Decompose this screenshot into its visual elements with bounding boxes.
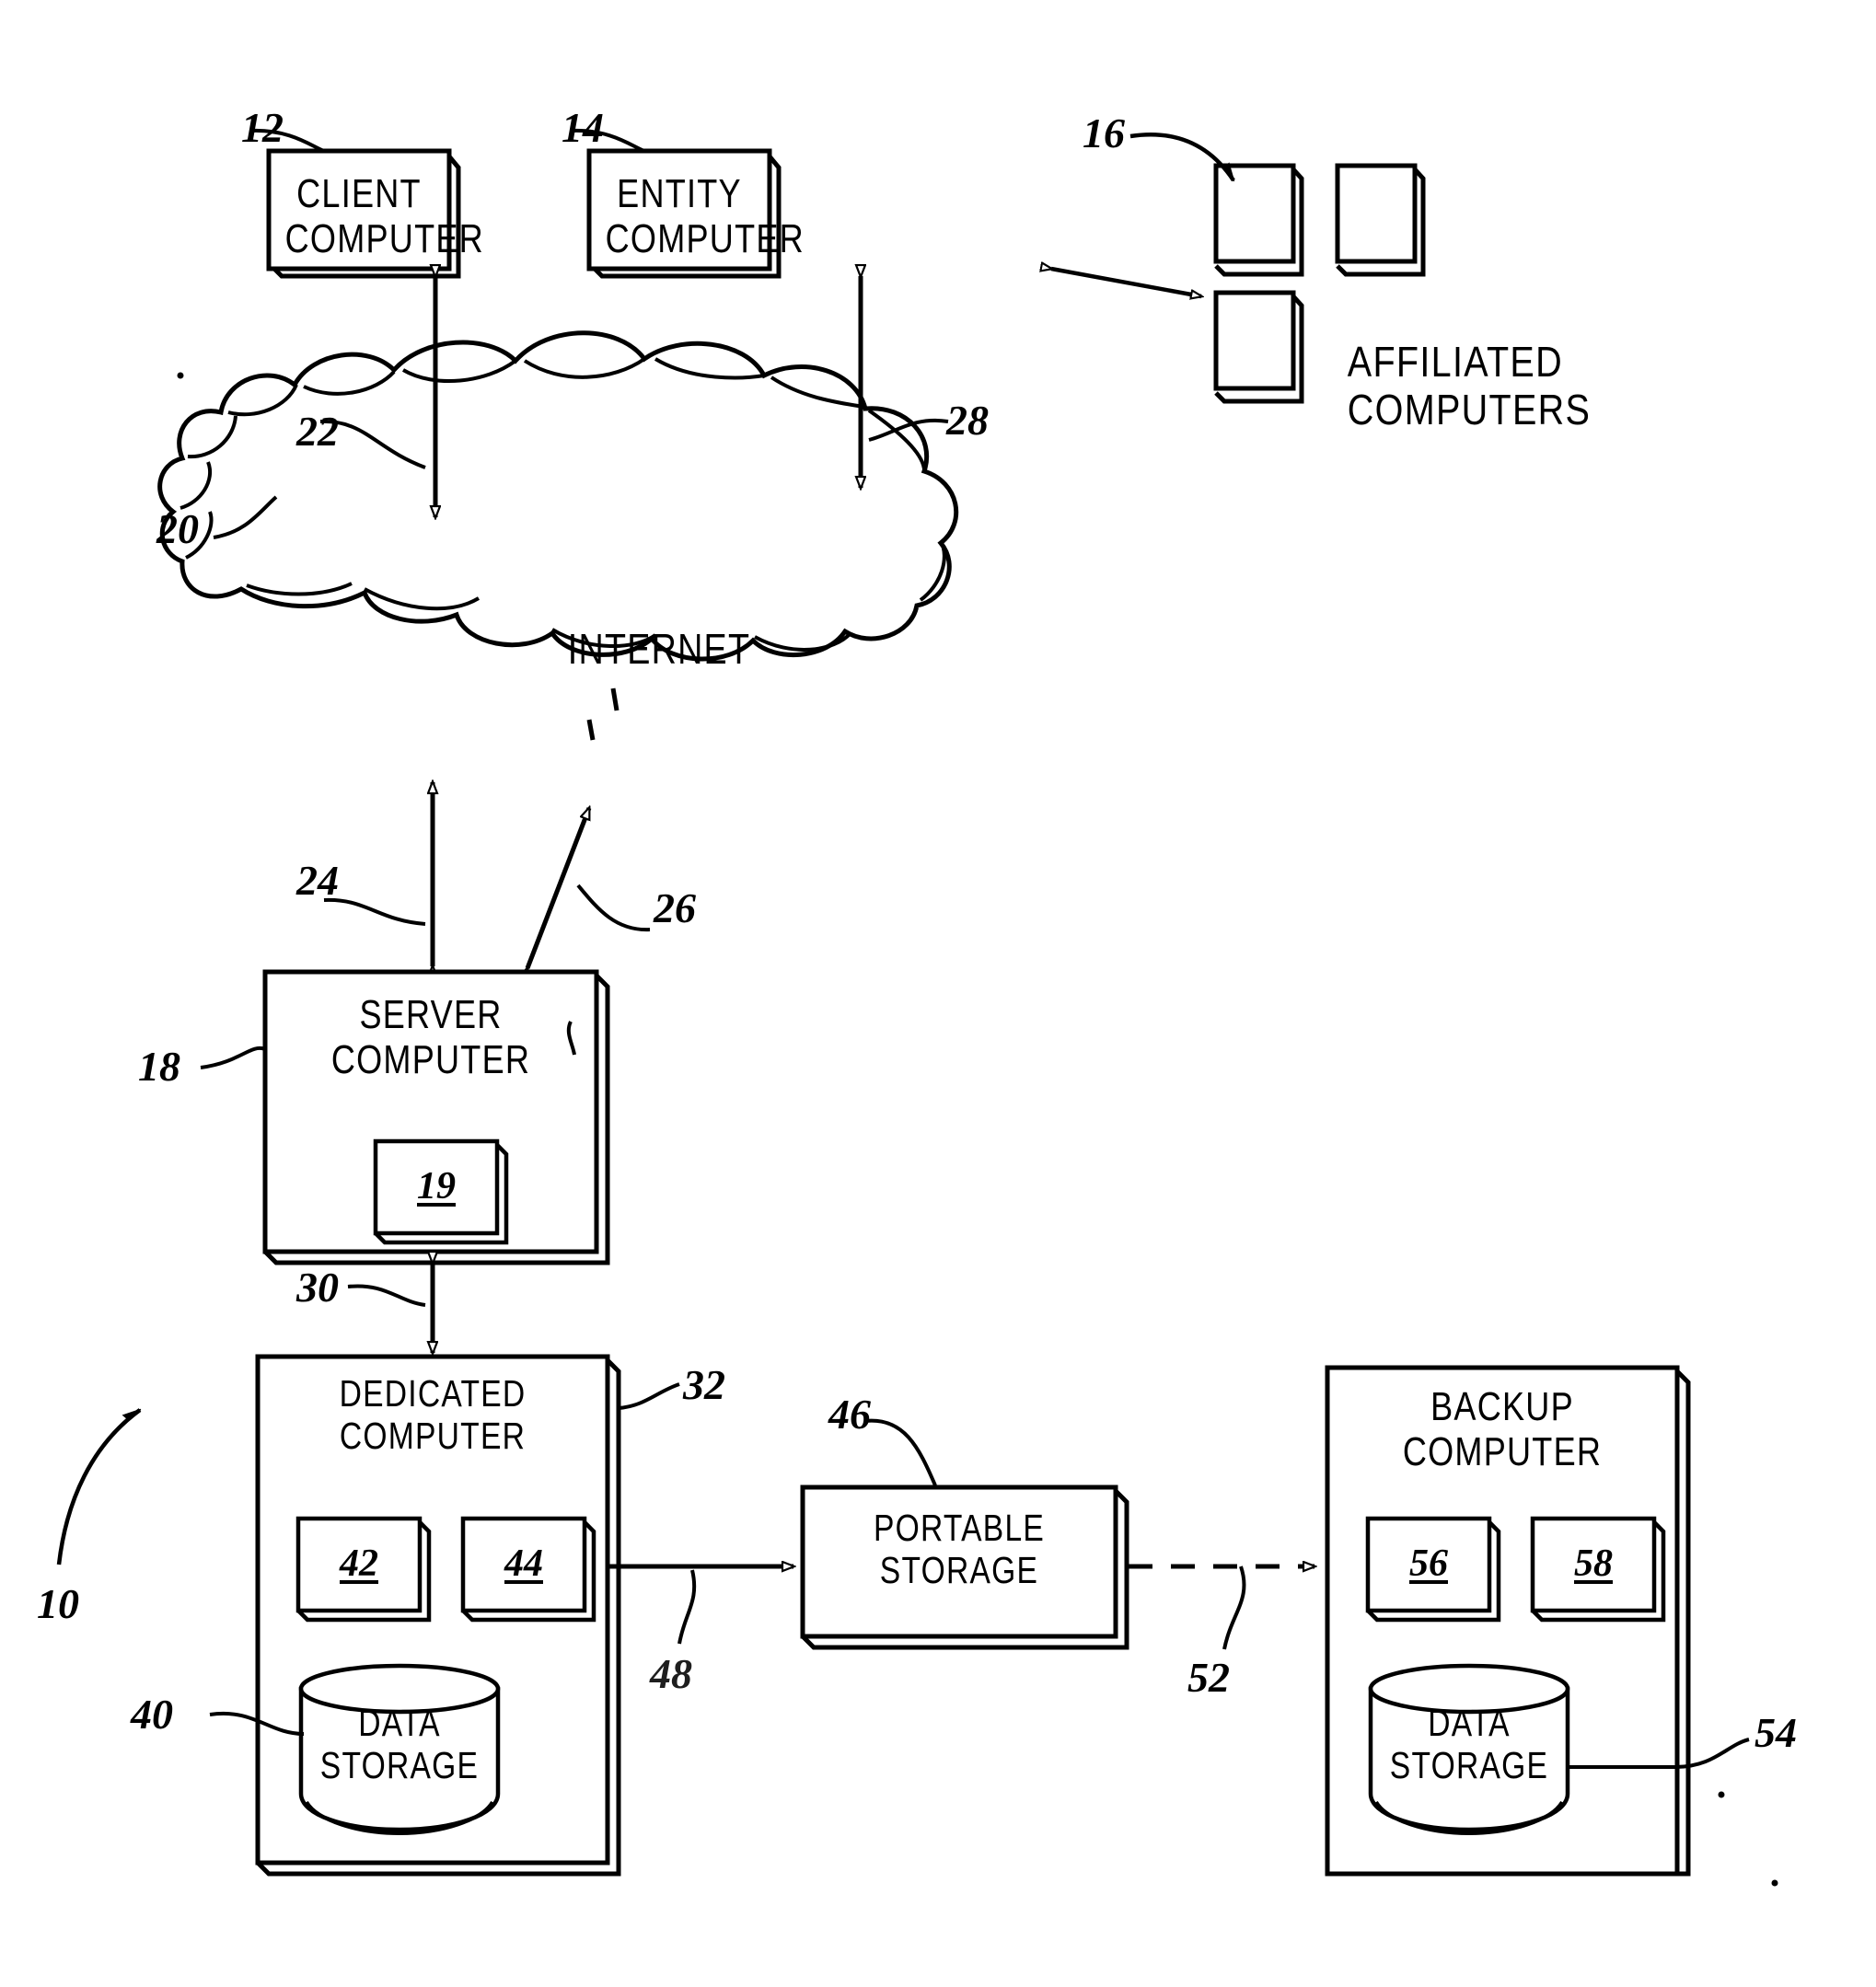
backup-data-storage-label: DATA STORAGE bbox=[1389, 1702, 1549, 1786]
backup-module-ref-58: 58 bbox=[1574, 1542, 1613, 1585]
portable-storage-label: PORTABLE STORAGE bbox=[873, 1507, 1046, 1591]
leader-26 bbox=[576, 884, 651, 932]
ref-label-30: 30 bbox=[296, 1264, 339, 1311]
entity-computer-label: ENTITY COMPUTER bbox=[605, 171, 805, 262]
leader-30 bbox=[347, 1284, 426, 1307]
leader-10 bbox=[56, 1408, 142, 1565]
dedicated-module-ref-44: 44 bbox=[504, 1542, 543, 1585]
link-entity-affiliated bbox=[1051, 269, 1201, 296]
leader-24 bbox=[323, 897, 426, 926]
internet-label: INTERNET bbox=[567, 625, 751, 673]
ref-label-16: 16 bbox=[1083, 110, 1125, 156]
ref-label-32: 32 bbox=[683, 1361, 725, 1408]
ref-label-52: 52 bbox=[1187, 1654, 1230, 1701]
backup-module-ref-56: 56 bbox=[1409, 1542, 1448, 1585]
dedicated-module-ref-42: 42 bbox=[340, 1542, 378, 1585]
dedicated-computer-label: DEDICATED COMPUTER bbox=[339, 1372, 527, 1457]
ref-label-46: 46 bbox=[828, 1391, 871, 1438]
ref-label-28: 28 bbox=[946, 397, 989, 444]
ref-label-54: 54 bbox=[1754, 1709, 1797, 1756]
ref-label-48: 48 bbox=[650, 1650, 692, 1697]
client-computer-label: CLIENT COMPUTER bbox=[284, 171, 484, 262]
leader-52 bbox=[1222, 1565, 1246, 1650]
server-computer-label: SERVER COMPUTER bbox=[330, 992, 531, 1083]
ref-label-22: 22 bbox=[296, 408, 339, 455]
ref-label-12: 12 bbox=[241, 104, 284, 151]
leader-48 bbox=[677, 1569, 697, 1645]
leader-18 bbox=[200, 1045, 266, 1069]
ref-label-26: 26 bbox=[654, 884, 696, 931]
leader-32 bbox=[618, 1382, 680, 1410]
ref-label-20: 20 bbox=[156, 505, 199, 552]
ref-label-14: 14 bbox=[562, 104, 604, 151]
affiliated-computers-label: AFFILIATED COMPUTERS bbox=[1347, 338, 1592, 433]
internet-cloud bbox=[157, 330, 959, 741]
dedicated-data-storage-label: DATA STORAGE bbox=[319, 1702, 480, 1786]
ref-label-10: 10 bbox=[37, 1580, 79, 1627]
ref-label-40: 40 bbox=[131, 1691, 173, 1738]
server-module-ref-19: 19 bbox=[417, 1165, 456, 1207]
patent-figure: backup (dashed) ========== --> bbox=[0, 0, 1876, 1987]
ref-label-18: 18 bbox=[138, 1043, 180, 1090]
leader-46 bbox=[864, 1418, 937, 1486]
diagram-artwork: backup (dashed) ========== --> bbox=[56, 128, 1778, 1887]
ref-label-24: 24 bbox=[296, 857, 339, 904]
backup-computer-label: BACKUP COMPUTER bbox=[1402, 1384, 1603, 1475]
